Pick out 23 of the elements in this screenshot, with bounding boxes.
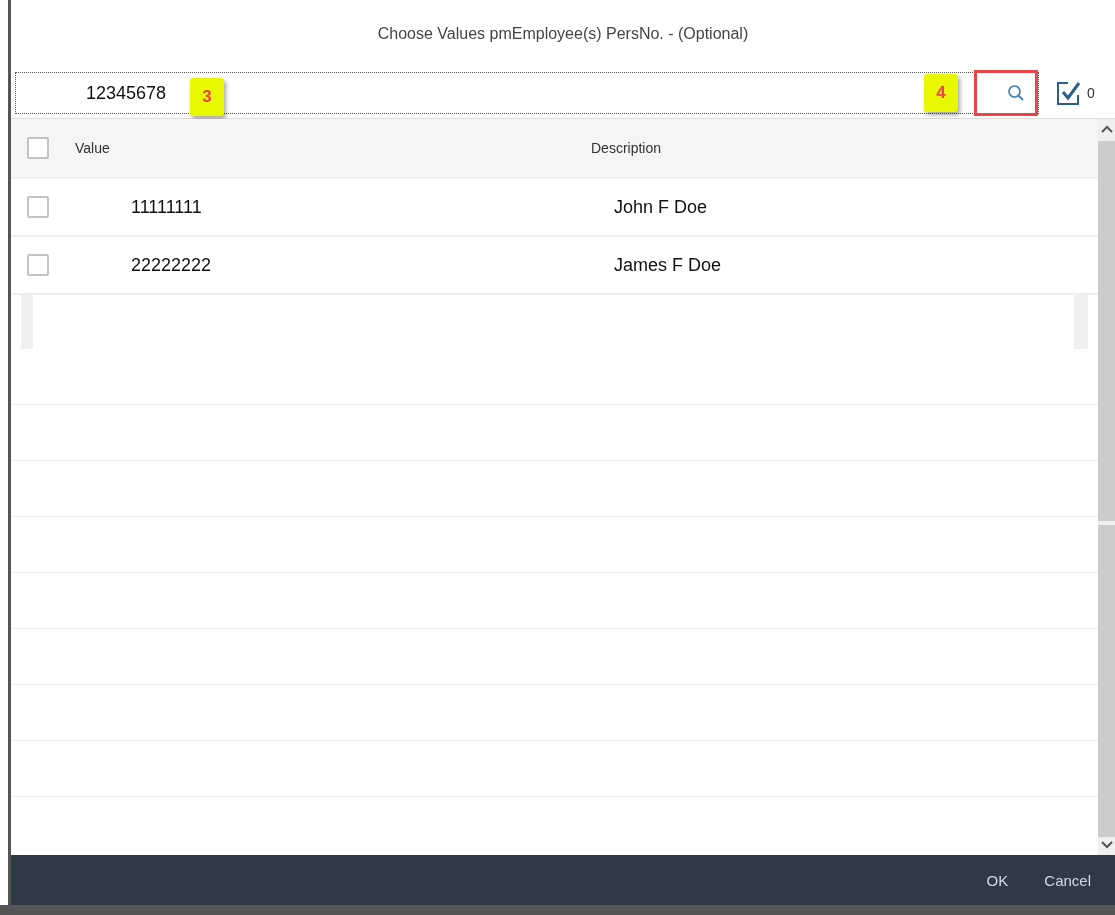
callout-badge: 3 (190, 78, 225, 116)
table-cell: 22222222 (131, 254, 212, 276)
scroll-down-icon[interactable] (1100, 841, 1113, 849)
search-icon (1007, 84, 1025, 102)
select-all-checkbox[interactable] (27, 137, 49, 159)
footer-button[interactable]: Cancel (1038, 867, 1097, 893)
table-cell: James F Doe (614, 254, 722, 276)
footer-button[interactable]: OK (980, 867, 1015, 893)
search-button[interactable] (974, 70, 1038, 116)
search-value: 12345678 (86, 82, 167, 104)
checkbox-tick-icon[interactable] (1055, 80, 1081, 106)
table-cell: 11111111 (131, 196, 202, 218)
scroll-up-icon[interactable] (1100, 125, 1113, 133)
column-header: Description (591, 140, 662, 156)
callout-badge: 4 (924, 74, 958, 112)
row-checkbox[interactable] (27, 196, 49, 218)
scrollbar[interactable] (1098, 119, 1115, 855)
search-field[interactable]: 12345678 3 4 (15, 72, 1039, 114)
dialog-title: Choose Values pmEmployee(s) PersNo. - (Optional) (376, 24, 750, 44)
column-header: Value (75, 140, 110, 156)
table-cell: John F Doe (614, 196, 708, 218)
selected-count: 0 (1087, 85, 1095, 101)
row-checkbox[interactable] (27, 254, 49, 276)
